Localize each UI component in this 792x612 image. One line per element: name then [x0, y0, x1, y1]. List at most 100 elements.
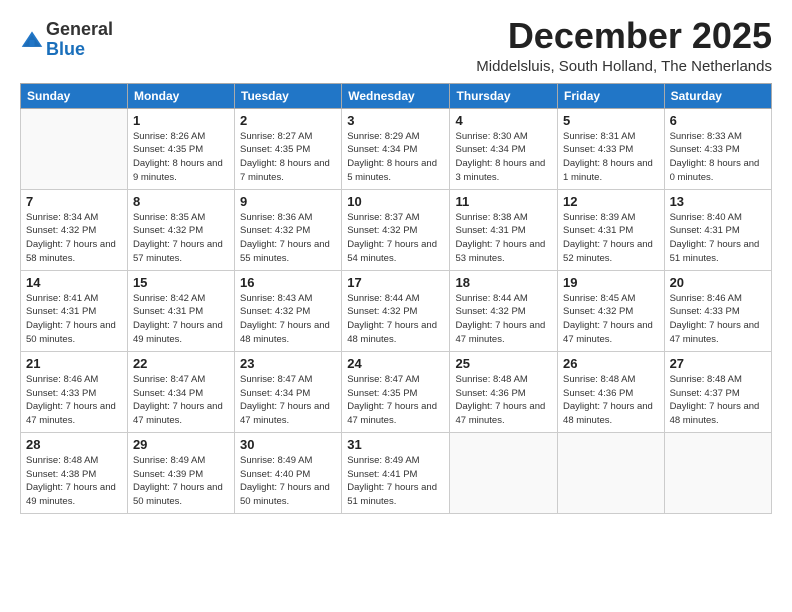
day-info: Sunrise: 8:31 AM Sunset: 4:33 PM Dayligh…	[563, 130, 659, 185]
calendar-cell: 5 Sunrise: 8:31 AM Sunset: 4:33 PM Daylig…	[558, 108, 665, 189]
day-number: 6	[670, 113, 766, 128]
day-info: Sunrise: 8:45 AM Sunset: 4:32 PM Dayligh…	[563, 292, 659, 347]
calendar-cell: 29 Sunrise: 8:49 AM Sunset: 4:39 PM Dayli…	[127, 432, 234, 513]
calendar-cell: 20 Sunrise: 8:46 AM Sunset: 4:33 PM Dayli…	[664, 270, 771, 351]
calendar-cell: 13 Sunrise: 8:40 AM Sunset: 4:31 PM Dayli…	[664, 189, 771, 270]
day-info: Sunrise: 8:49 AM Sunset: 4:41 PM Dayligh…	[347, 454, 444, 509]
day-info: Sunrise: 8:48 AM Sunset: 4:37 PM Dayligh…	[670, 373, 766, 428]
day-info: Sunrise: 8:48 AM Sunset: 4:36 PM Dayligh…	[563, 373, 659, 428]
day-info: Sunrise: 8:30 AM Sunset: 4:34 PM Dayligh…	[455, 130, 552, 185]
calendar-cell: 31 Sunrise: 8:49 AM Sunset: 4:41 PM Dayli…	[342, 432, 450, 513]
day-number: 9	[240, 194, 336, 209]
day-info: Sunrise: 8:42 AM Sunset: 4:31 PM Dayligh…	[133, 292, 229, 347]
calendar-cell: 25 Sunrise: 8:48 AM Sunset: 4:36 PM Dayli…	[450, 351, 558, 432]
calendar-cell: 23 Sunrise: 8:47 AM Sunset: 4:34 PM Dayli…	[235, 351, 342, 432]
day-info: Sunrise: 8:38 AM Sunset: 4:31 PM Dayligh…	[455, 211, 552, 266]
day-info: Sunrise: 8:48 AM Sunset: 4:36 PM Dayligh…	[455, 373, 552, 428]
day-number: 1	[133, 113, 229, 128]
day-number: 2	[240, 113, 336, 128]
calendar-table: SundayMondayTuesdayWednesdayThursdayFrid…	[20, 83, 772, 514]
logo-icon	[20, 28, 44, 52]
calendar-cell: 11Sunrise: 8:38 AM Sunset: 4:31 PM Dayli…	[450, 189, 558, 270]
day-info: Sunrise: 8:36 AM Sunset: 4:32 PM Dayligh…	[240, 211, 336, 266]
day-number: 12	[563, 194, 659, 209]
day-number: 30	[240, 437, 336, 452]
day-number: 28	[26, 437, 122, 452]
calendar-cell: 21Sunrise: 8:46 AM Sunset: 4:33 PM Dayli…	[21, 351, 128, 432]
header-day-friday: Friday	[558, 83, 665, 108]
calendar-cell: 8 Sunrise: 8:35 AM Sunset: 4:32 PM Daylig…	[127, 189, 234, 270]
calendar-week-3: 21Sunrise: 8:46 AM Sunset: 4:33 PM Dayli…	[21, 351, 772, 432]
calendar-cell: 19Sunrise: 8:45 AM Sunset: 4:32 PM Dayli…	[558, 270, 665, 351]
calendar-week-4: 28 Sunrise: 8:48 AM Sunset: 4:38 PM Dayli…	[21, 432, 772, 513]
calendar-cell: 30Sunrise: 8:49 AM Sunset: 4:40 PM Dayli…	[235, 432, 342, 513]
day-info: Sunrise: 8:33 AM Sunset: 4:33 PM Dayligh…	[670, 130, 766, 185]
logo-blue-text: Blue	[46, 39, 85, 59]
calendar-cell: 15 Sunrise: 8:42 AM Sunset: 4:31 PM Dayli…	[127, 270, 234, 351]
day-number: 14	[26, 275, 122, 290]
day-number: 23	[240, 356, 336, 371]
calendar-cell	[664, 432, 771, 513]
day-number: 15	[133, 275, 229, 290]
day-number: 18	[455, 275, 552, 290]
day-info: Sunrise: 8:29 AM Sunset: 4:34 PM Dayligh…	[347, 130, 444, 185]
page: General Blue December 2025 Middelsluis, …	[0, 0, 792, 612]
calendar-cell	[450, 432, 558, 513]
day-number: 29	[133, 437, 229, 452]
day-info: Sunrise: 8:47 AM Sunset: 4:34 PM Dayligh…	[133, 373, 229, 428]
logo: General Blue	[20, 20, 113, 60]
day-info: Sunrise: 8:37 AM Sunset: 4:32 PM Dayligh…	[347, 211, 444, 266]
day-info: Sunrise: 8:43 AM Sunset: 4:32 PM Dayligh…	[240, 292, 336, 347]
header-day-thursday: Thursday	[450, 83, 558, 108]
day-number: 26	[563, 356, 659, 371]
day-info: Sunrise: 8:49 AM Sunset: 4:39 PM Dayligh…	[133, 454, 229, 509]
day-number: 13	[670, 194, 766, 209]
day-info: Sunrise: 8:44 AM Sunset: 4:32 PM Dayligh…	[455, 292, 552, 347]
calendar-cell: 2Sunrise: 8:27 AM Sunset: 4:35 PM Daylig…	[235, 108, 342, 189]
day-number: 20	[670, 275, 766, 290]
day-info: Sunrise: 8:46 AM Sunset: 4:33 PM Dayligh…	[670, 292, 766, 347]
day-info: Sunrise: 8:35 AM Sunset: 4:32 PM Dayligh…	[133, 211, 229, 266]
calendar-cell: 9 Sunrise: 8:36 AM Sunset: 4:32 PM Daylig…	[235, 189, 342, 270]
header: General Blue December 2025 Middelsluis, …	[20, 16, 772, 75]
day-number: 22	[133, 356, 229, 371]
day-number: 8	[133, 194, 229, 209]
day-number: 25	[455, 356, 552, 371]
day-info: Sunrise: 8:47 AM Sunset: 4:35 PM Dayligh…	[347, 373, 444, 428]
logo-general-text: General	[46, 19, 113, 39]
day-info: Sunrise: 8:48 AM Sunset: 4:38 PM Dayligh…	[26, 454, 122, 509]
calendar-cell: 1 Sunrise: 8:26 AM Sunset: 4:35 PM Daylig…	[127, 108, 234, 189]
calendar-header-row: SundayMondayTuesdayWednesdayThursdayFrid…	[21, 83, 772, 108]
day-number: 17	[347, 275, 444, 290]
header-day-tuesday: Tuesday	[235, 83, 342, 108]
day-number: 7	[26, 194, 122, 209]
calendar-cell: 18 Sunrise: 8:44 AM Sunset: 4:32 PM Dayli…	[450, 270, 558, 351]
day-info: Sunrise: 8:47 AM Sunset: 4:34 PM Dayligh…	[240, 373, 336, 428]
calendar-cell: 17 Sunrise: 8:44 AM Sunset: 4:32 PM Dayli…	[342, 270, 450, 351]
calendar-cell: 14 Sunrise: 8:41 AM Sunset: 4:31 PM Dayli…	[21, 270, 128, 351]
day-info: Sunrise: 8:41 AM Sunset: 4:31 PM Dayligh…	[26, 292, 122, 347]
month-title: December 2025	[476, 16, 772, 56]
day-number: 31	[347, 437, 444, 452]
day-number: 10	[347, 194, 444, 209]
day-info: Sunrise: 8:26 AM Sunset: 4:35 PM Dayligh…	[133, 130, 229, 185]
calendar-week-1: 7 Sunrise: 8:34 AM Sunset: 4:32 PM Daylig…	[21, 189, 772, 270]
day-number: 5	[563, 113, 659, 128]
calendar-cell: 16Sunrise: 8:43 AM Sunset: 4:32 PM Dayli…	[235, 270, 342, 351]
header-day-sunday: Sunday	[21, 83, 128, 108]
calendar-cell: 10 Sunrise: 8:37 AM Sunset: 4:32 PM Dayli…	[342, 189, 450, 270]
calendar-cell: 24 Sunrise: 8:47 AM Sunset: 4:35 PM Dayli…	[342, 351, 450, 432]
day-number: 24	[347, 356, 444, 371]
day-info: Sunrise: 8:44 AM Sunset: 4:32 PM Dayligh…	[347, 292, 444, 347]
day-info: Sunrise: 8:34 AM Sunset: 4:32 PM Dayligh…	[26, 211, 122, 266]
calendar-cell	[21, 108, 128, 189]
title-block: December 2025 Middelsluis, South Holland…	[476, 16, 772, 75]
day-info: Sunrise: 8:40 AM Sunset: 4:31 PM Dayligh…	[670, 211, 766, 266]
location-title: Middelsluis, South Holland, The Netherla…	[476, 58, 772, 75]
calendar-week-0: 1 Sunrise: 8:26 AM Sunset: 4:35 PM Daylig…	[21, 108, 772, 189]
calendar-cell: 26 Sunrise: 8:48 AM Sunset: 4:36 PM Dayli…	[558, 351, 665, 432]
day-info: Sunrise: 8:39 AM Sunset: 4:31 PM Dayligh…	[563, 211, 659, 266]
calendar-cell: 22 Sunrise: 8:47 AM Sunset: 4:34 PM Dayli…	[127, 351, 234, 432]
calendar-cell: 7 Sunrise: 8:34 AM Sunset: 4:32 PM Daylig…	[21, 189, 128, 270]
calendar-cell: 28 Sunrise: 8:48 AM Sunset: 4:38 PM Dayli…	[21, 432, 128, 513]
